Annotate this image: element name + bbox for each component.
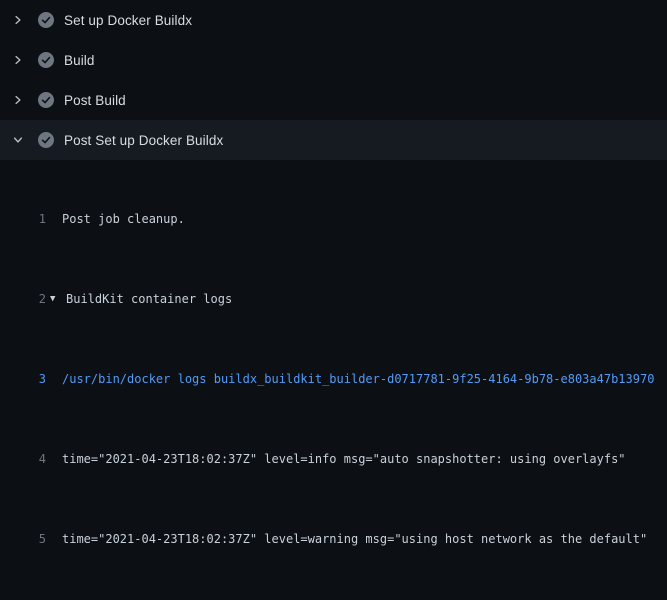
step-row-post-set-up-docker-buildx[interactable]: Post Set up Docker Buildx [0,120,667,160]
check-circle-icon [38,12,54,28]
step-label: Build [64,53,95,68]
check-circle-icon [38,52,54,68]
step-row-set-up-docker-buildx[interactable]: Set up Docker Buildx [0,0,667,40]
line-number[interactable]: 2 [0,289,46,309]
log-text[interactable]: BuildKit container logs [66,289,232,309]
line-number[interactable]: 5 [0,529,46,549]
line-number[interactable]: 1 [0,209,46,229]
check-circle-icon [38,92,54,108]
step-label: Post Set up Docker Buildx [64,133,223,148]
log-command-text: /usr/bin/docker logs buildx_buildkit_bui… [46,369,654,389]
step-label: Set up Docker Buildx [64,13,192,28]
step-row-post-build[interactable]: Post Build [0,80,667,120]
log-text: Post job cleanup. [46,209,185,229]
check-circle-icon [38,132,54,148]
step-label: Post Build [64,93,126,108]
log-row: 1 Post job cleanup. [0,209,667,229]
collapse-triangle-icon[interactable]: ▼ [46,289,66,309]
chevron-right-icon [10,92,26,108]
workflow-job-log-page: Set up Docker Buildx Build Post Build [0,0,667,600]
step-row-build[interactable]: Build [0,40,667,80]
chevron-right-icon [10,52,26,68]
log-row: 5 time="2021-04-23T18:02:37Z" level=warn… [0,529,667,549]
log-text: time="2021-04-23T18:02:37Z" level=warnin… [46,529,647,549]
log-text: time="2021-04-23T18:02:37Z" level=info m… [46,449,626,469]
log-row: 4 time="2021-04-23T18:02:37Z" level=info… [0,449,667,469]
log-row: 3 /usr/bin/docker logs buildx_buildkit_b… [0,369,667,389]
line-number[interactable]: 3 [0,369,46,389]
chevron-down-icon [10,132,26,148]
log-viewer: 1 Post job cleanup. 2 ▼ BuildKit contain… [0,160,667,600]
chevron-right-icon [10,12,26,28]
line-number[interactable]: 4 [0,449,46,469]
log-row: 2 ▼ BuildKit container logs [0,289,667,309]
steps-list: Set up Docker Buildx Build Post Build [0,0,667,160]
